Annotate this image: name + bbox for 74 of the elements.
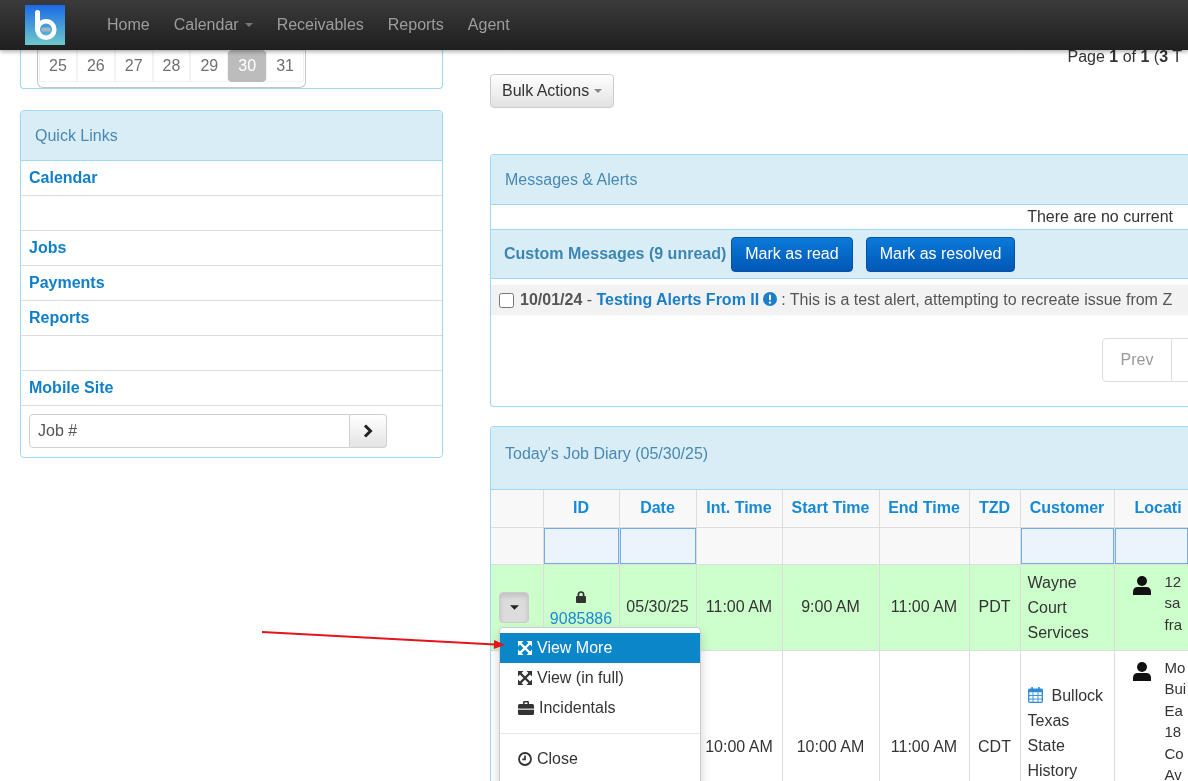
filter-field[interactable] bbox=[1114, 527, 1188, 564]
nav-link[interactable]: Agent bbox=[455, 0, 522, 50]
timezone-text: CDT bbox=[978, 738, 1011, 755]
quick-link[interactable]: Reports bbox=[29, 306, 90, 330]
calendar-day[interactable]: 25 bbox=[39, 50, 77, 82]
alert-link[interactable]: Testing Alerts From II bbox=[596, 291, 760, 308]
column-header[interactable]: Start Time bbox=[782, 490, 879, 527]
expand-icon bbox=[518, 640, 532, 655]
caret-icon bbox=[509, 604, 519, 610]
info-icon bbox=[763, 292, 778, 306]
prev-button[interactable]: Prev bbox=[1102, 338, 1172, 382]
checkbox[interactable] bbox=[499, 292, 514, 308]
calendar-day[interactable]: 26 bbox=[76, 50, 115, 82]
menu-item[interactable]: Close bbox=[500, 743, 700, 774]
action-button[interactable]: Mark as resolved bbox=[865, 236, 1016, 272]
job-id-link[interactable]: 9085886 bbox=[549, 609, 613, 628]
panel-title: Quick Links bbox=[35, 125, 118, 146]
filter-field[interactable] bbox=[619, 527, 696, 564]
alert-message: 10/01/24 - Testing Alerts From II : This is a test alert, attempting to recreate issue from Z bbox=[520, 290, 1173, 310]
person-icon bbox=[1132, 575, 1151, 595]
location-text: 12 sa fra bbox=[1164, 571, 1182, 635]
clock-icon bbox=[518, 751, 532, 766]
column-header[interactable]: Date bbox=[619, 490, 696, 527]
time-text: 11:00 AM bbox=[705, 598, 773, 615]
notice-text: There are no current bbox=[1027, 207, 1173, 227]
bulk-actions-button[interactable]: Bulk Actions bbox=[490, 74, 615, 108]
menu-item[interactable]: Incidentals bbox=[500, 692, 700, 723]
quick-link[interactable]: Mobile Site bbox=[29, 376, 114, 400]
column-header[interactable]: TZD bbox=[969, 490, 1020, 527]
action-button[interactable]: Mark as read bbox=[731, 236, 853, 272]
time-text: 11:00 AM bbox=[890, 738, 958, 755]
panel-title: Messages & Alerts bbox=[505, 169, 638, 190]
caret-icon bbox=[594, 89, 603, 93]
customer-name: Wayne Court Services bbox=[1027, 573, 1089, 641]
column-header[interactable]: ID bbox=[543, 490, 619, 527]
filter-field[interactable] bbox=[1020, 527, 1114, 564]
briefcase-icon bbox=[518, 700, 534, 715]
date-text: 05/30/25 bbox=[626, 598, 689, 615]
time-text: 11:00 AM bbox=[890, 598, 958, 615]
time-text: 10:00 AM bbox=[705, 738, 773, 755]
menu-item[interactable]: View More bbox=[500, 632, 700, 663]
page-summary: Page 1 of 1 (3 T bbox=[1067, 50, 1183, 67]
calendar-day[interactable]: 27 bbox=[114, 50, 153, 82]
calendar-day[interactable]: 29 bbox=[190, 50, 229, 82]
nav-link[interactable]: Calendar bbox=[161, 0, 265, 50]
nav-link[interactable]: Receivables bbox=[264, 0, 376, 50]
go-button[interactable] bbox=[350, 414, 387, 448]
expand-icon bbox=[518, 670, 532, 685]
page-button[interactable] bbox=[1172, 338, 1188, 382]
location-text: Mo Bui Ea 18 Co Av bbox=[1164, 657, 1187, 781]
timezone-text: PDT bbox=[978, 598, 1011, 615]
custom-messages-label: Custom Messages (9 unread) bbox=[504, 244, 727, 264]
job-number-field[interactable]: Job # bbox=[29, 414, 350, 448]
person-icon bbox=[1132, 661, 1151, 681]
quick-link[interactable]: Payments bbox=[29, 271, 105, 295]
calendar-day[interactable]: 28 bbox=[152, 50, 191, 82]
row-menu-toggle[interactable] bbox=[499, 591, 529, 623]
time-text: 10:00 AM bbox=[796, 738, 865, 755]
quick-link[interactable]: Calendar bbox=[29, 166, 98, 190]
logo-icon bbox=[25, 5, 65, 45]
calendar-day[interactable]: 31 bbox=[266, 50, 304, 82]
time-text: 9:00 AM bbox=[801, 598, 860, 615]
chevron-right-icon bbox=[363, 424, 373, 438]
column-header[interactable]: End Time bbox=[879, 490, 969, 527]
menu-item[interactable]: View (in full) bbox=[500, 662, 700, 693]
customer-name: Bullock Texas State History bbox=[1027, 686, 1104, 779]
panel-title: Today's Job Diary (05/30/25) bbox=[505, 445, 709, 462]
nav-link[interactable]: Home bbox=[95, 0, 162, 50]
nav-link[interactable]: Reports bbox=[375, 0, 456, 50]
caret-icon bbox=[244, 23, 253, 27]
column-header[interactable]: Int. Time bbox=[696, 490, 782, 527]
quick-link[interactable]: Jobs bbox=[29, 236, 67, 260]
filter-field[interactable] bbox=[543, 527, 619, 564]
column-header[interactable]: Customer bbox=[1020, 490, 1114, 527]
